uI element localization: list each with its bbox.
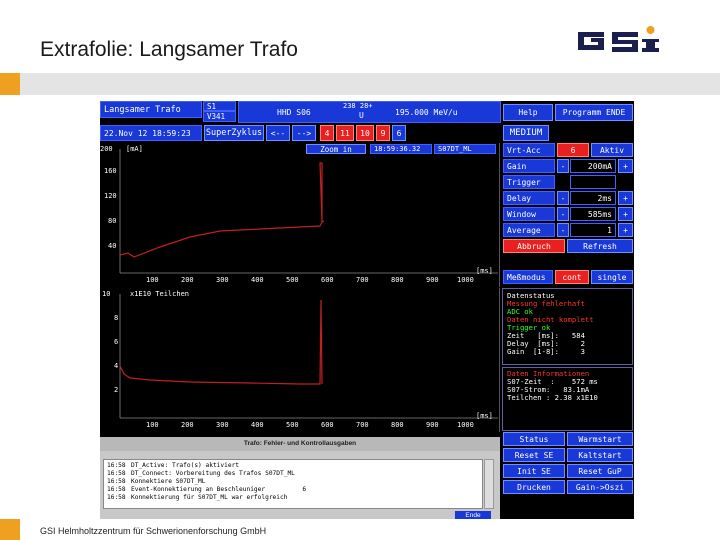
abort-button[interactable]: Abbruch [503,239,565,253]
info-particles: Teilchen : 2.38 x1E10 [507,393,598,402]
plot1-xtick: 100 [146,276,159,284]
average-label: Average [503,223,555,237]
delay-minus-button[interactable]: - [557,191,569,205]
log-line: 16:58 Event-Konnektierung an Beschleunige… [107,486,307,493]
plot2-xtick: 1000 [457,421,474,429]
trigger-value [570,175,616,189]
print-button[interactable]: Drucken [503,480,565,494]
warmstart-button[interactable]: Warmstart [567,432,633,446]
device-name-label: Langsamer Trafo [100,101,202,118]
plot1-trace [119,149,498,274]
particles-plot: 10 x1E10 Teilchen 8 6 4 2 [ms] 100 200 3… [100,288,500,432]
plot1-xtick: 700 [356,276,369,284]
plot1-xtick: 200 [181,276,194,284]
header-band [0,73,720,95]
plot2-xtick: 900 [426,421,439,429]
mode-single-button[interactable]: single [591,270,633,284]
gain-minus-button[interactable]: - [557,159,569,173]
cycle-number-3[interactable]: 10 [356,125,374,141]
help-button[interactable]: Help [503,104,553,121]
cycle-number-4[interactable]: 9 [376,125,390,141]
log-line: 16:58 DT_Active: Trafo(s) aktiviert [107,462,240,469]
plot2-xtick: 500 [286,421,299,429]
log-scrollbar[interactable] [484,459,494,509]
supercycle-button[interactable]: SuperZyklus [204,125,264,141]
status-button[interactable]: Status [503,432,565,446]
status-gain: Gain [1-8]: 3 [507,347,585,356]
mode-cont-button[interactable]: cont [555,270,589,284]
measure-mode-label: Meßmodus [503,270,553,284]
plot2-xtick: 200 [181,421,194,429]
gain-value: 200mA [570,159,616,173]
footer-text: GSI Helmholtzzentrum für Schwerionenfors… [40,526,267,536]
window-minus-button[interactable]: - [557,207,569,221]
log-list[interactable]: 16:58 DT_Active: Trafo(s) aktiviert 16:58… [103,459,483,509]
plot2-trace [119,294,498,419]
window-plus-button[interactable]: + [618,207,633,221]
cycle-number-1[interactable]: 4 [320,125,334,141]
plot2-xtick: 600 [321,421,334,429]
plot2-xtick: 100 [146,421,159,429]
average-minus-button[interactable]: - [557,223,569,237]
range-button[interactable]: MEDIUM [503,125,549,141]
delay-plus-button[interactable]: + [618,191,633,205]
end-program-button[interactable]: Programm ENDE [555,104,633,121]
window-value: 585ms [570,207,616,221]
plot1-xtick: 500 [286,276,299,284]
gsi-logo [578,26,659,52]
plot2-xtick: 700 [356,421,369,429]
sequence-id: S1 [203,101,236,111]
plot2-xtick: 800 [391,421,404,429]
beam-info-panel: HHD S06 238 28+ U 195.000 MeV/u [238,101,501,123]
reset-gup-button[interactable]: Reset GuP [567,464,633,478]
refresh-button[interactable]: Refresh [567,239,633,253]
log-title: Trafo: Fehler- und Kontrollausgaben [100,437,500,451]
gain-oszi-button[interactable]: Gain->Oszi [567,480,633,494]
trafo-app-window: Langsamer Trafo S1 V341 HHD S06 238 28+ … [100,101,634,519]
beam-element: HHD S06 [277,108,311,117]
version-id: V341 [203,111,236,122]
delay-value: 2ms [570,191,616,205]
trigger-label: Trigger [503,175,555,189]
average-value: 1 [570,223,616,237]
header-accent [0,73,20,95]
beam-energy: 195.000 MeV/u [395,108,458,117]
log-line: 16:58 DT_Connect: Vorbereitung des Trafos… [107,470,295,477]
cycle-number-5[interactable]: 6 [392,125,406,141]
log-line: 16:58 Konnektierung für S07DT_ML war erfo… [107,494,288,501]
log-window: Trafo: Fehler- und Kontrollausgaben 16:5… [100,437,500,519]
current-plot: 200 [mA] Zoom in 18:59:36.32 S07DT_ML 16… [100,143,500,287]
log-close-button[interactable]: Ende [455,511,491,519]
footer-accent [0,519,20,540]
vrtacc-label: Vrt-Acc [503,143,555,157]
delay-label: Delay [503,191,555,205]
date-time: 22.Nov 12 18:59:23 [100,125,202,141]
plot1-xtick: 800 [391,276,404,284]
cycle-number-2[interactable]: 11 [336,125,354,141]
vrtacc-value[interactable]: 6 [557,143,589,157]
data-info-panel: Daten Informationen S07-Zeit : 572 ms S07-… [502,367,633,431]
beam-ion: U [359,111,364,120]
window-label: Window [503,207,555,221]
gain-label: Gain [503,159,555,173]
plot1-xtick: 400 [251,276,264,284]
log-line: 16:58 Konnektiere S07DT_ML [107,478,206,485]
reset-se-button[interactable]: Reset SE [503,448,565,462]
kaltstart-button[interactable]: Kaltstart [567,448,633,462]
average-plus-button[interactable]: + [618,223,633,237]
nav-forward-button[interactable]: --> [292,125,316,141]
gain-plus-button[interactable]: + [618,159,633,173]
plot1-xtick: 900 [426,276,439,284]
slide-title: Extrafolie: Langsamer Trafo [40,38,298,61]
plot1-xtick: 600 [321,276,334,284]
plot1-xtick: 300 [216,276,229,284]
beam-isotope: 238 28+ [343,102,373,110]
vrtacc-active-button[interactable]: Aktiv [591,143,633,157]
init-se-button[interactable]: Init SE [503,464,565,478]
plot2-xtick: 300 [216,421,229,429]
plot1-xtick: 1000 [457,276,474,284]
data-status-panel: Datenstatus Messung fehlerhaft ADC ok Daten… [502,288,633,365]
plot2-xtick: 400 [251,421,264,429]
nav-back-button[interactable]: <-- [266,125,290,141]
